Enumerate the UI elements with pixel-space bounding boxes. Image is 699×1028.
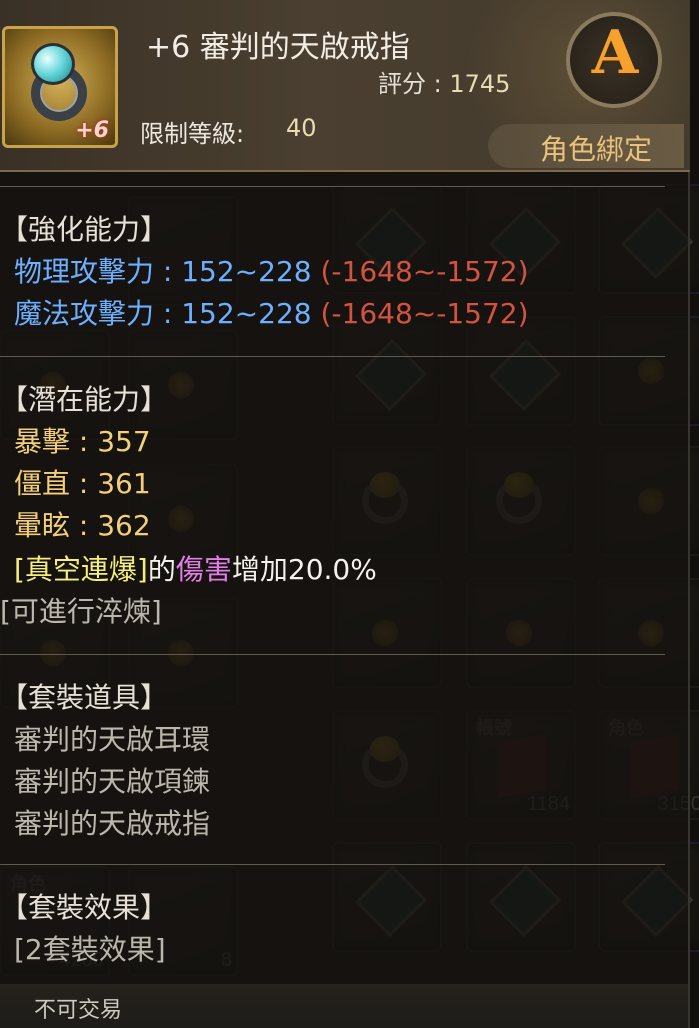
item-icon: +6 bbox=[2, 26, 118, 148]
trade-status: 不可交易 bbox=[34, 998, 123, 1023]
potential-stat-stiff: 僵直 : 361 bbox=[14, 467, 151, 500]
skill-target: 傷害 bbox=[175, 553, 232, 586]
enhance-stat-magic: 魔法攻擊力 : 152~228 (-1648~-1572) bbox=[14, 292, 529, 332]
divider bbox=[0, 186, 665, 187]
skill-connector: 的 bbox=[147, 553, 176, 586]
divider bbox=[0, 864, 665, 865]
level-value: 40 bbox=[286, 114, 317, 142]
potential-stat-stun: 暈眩 : 362 bbox=[14, 509, 151, 542]
set-heading: 【套裝道具】 bbox=[0, 681, 169, 714]
gem-icon bbox=[31, 43, 75, 85]
skill-effect: 增加20.0% bbox=[231, 553, 377, 586]
potential-stat-crit: 暴擊 : 357 bbox=[14, 425, 151, 458]
item-tooltip: +6 +6 審判的天啟戒指 評分 : 1745 限制等級: 40 ✦ A 角色綁… bbox=[0, 0, 690, 1028]
refine-note: [可進行淬煉] bbox=[0, 595, 162, 628]
score-value: 1745 bbox=[449, 70, 511, 98]
set-effect-value: [2套裝效果] bbox=[14, 933, 166, 966]
level-label: 限制等級: bbox=[140, 120, 245, 148]
bind-status: 角色綁定 bbox=[540, 133, 653, 166]
enhance-badge: +6 bbox=[75, 118, 109, 143]
set-item-necklace: 審判的天啟項鍊 bbox=[14, 765, 211, 798]
enhance-heading: 【強化能力】 bbox=[0, 213, 169, 246]
potential-skill-bonus: [真空連爆]的傷害增加20.0% bbox=[14, 548, 377, 588]
divider bbox=[0, 356, 665, 357]
skill-name: [真空連爆] bbox=[14, 553, 148, 586]
divider bbox=[0, 654, 665, 655]
set-effect-heading: 【套裝效果】 bbox=[0, 891, 169, 924]
stat-diff: (-1648~-1572) bbox=[320, 297, 529, 330]
item-name: +6 審判的天啟戒指 bbox=[146, 30, 410, 65]
tooltip-header: +6 +6 審判的天啟戒指 評分 : 1745 限制等級: 40 ✦ A 角色綁… bbox=[0, 0, 690, 172]
stat-diff: (-1648~-1572) bbox=[320, 255, 529, 288]
grade-letter: A bbox=[591, 18, 639, 88]
set-item-earring: 審判的天啟耳環 bbox=[14, 723, 211, 756]
score-label: 評分 : bbox=[378, 70, 450, 98]
potential-heading: 【潛在能力】 bbox=[0, 383, 169, 416]
set-item-ring: 審判的天啟戒指 bbox=[14, 807, 211, 840]
stat-value: 魔法攻擊力 : 152~228 bbox=[14, 297, 312, 330]
enhance-stat-physical: 物理攻擊力 : 152~228 (-1648~-1572) bbox=[14, 250, 529, 290]
item-score: 評分 : 1745 bbox=[378, 64, 510, 99]
grade-badge: ✦ A bbox=[560, 5, 670, 115]
stat-value: 物理攻擊力 : 152~228 bbox=[14, 255, 312, 288]
